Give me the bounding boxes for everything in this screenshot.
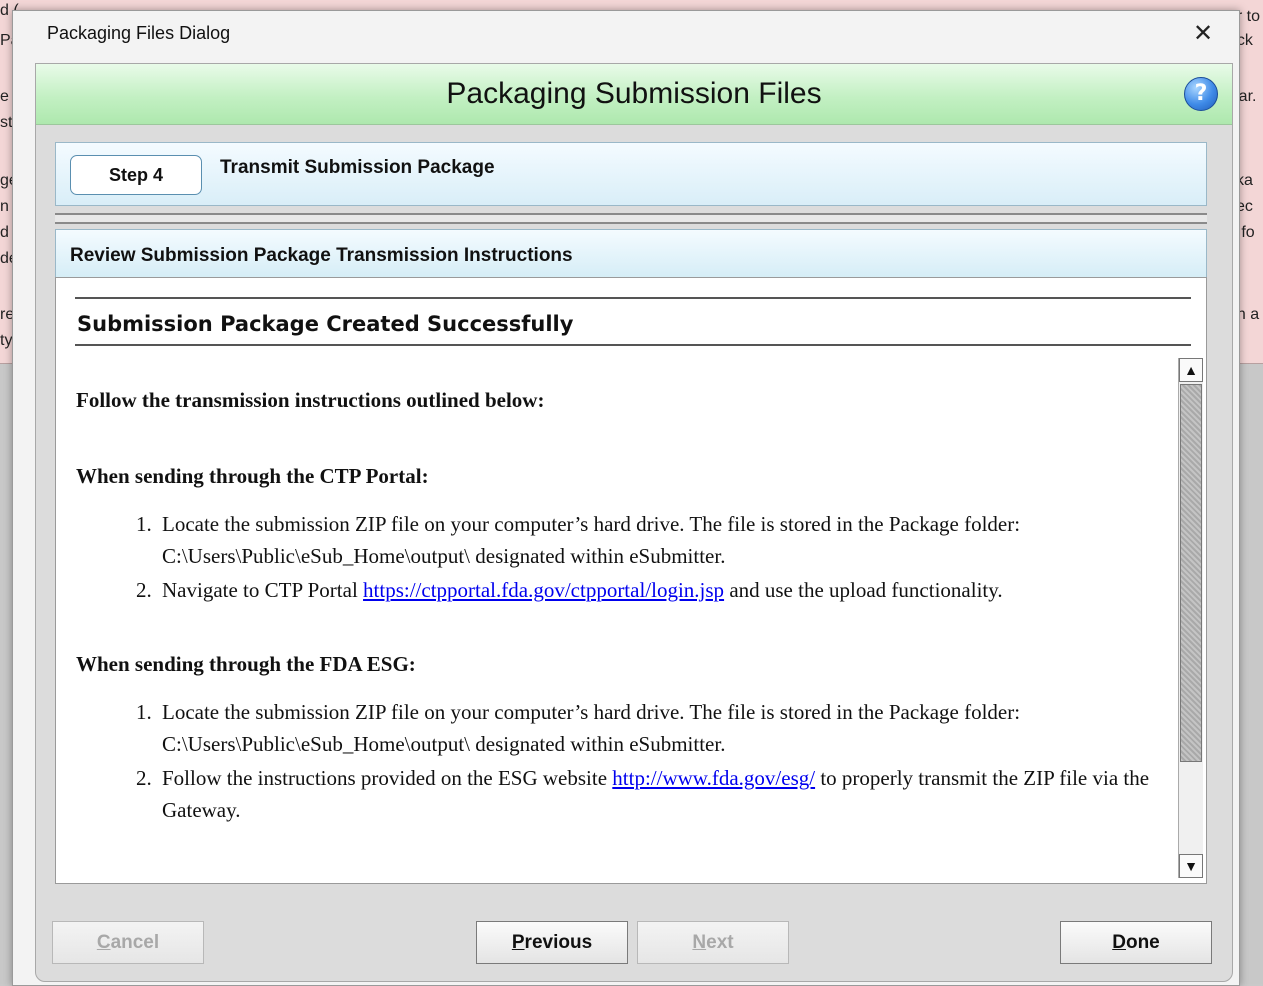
previous-button[interactable]: Previous — [476, 921, 628, 964]
mnemonic-letter: D — [1112, 932, 1126, 953]
step-banner: Step 4 Transmit Submission Package — [55, 142, 1207, 206]
review-section-header: Review Submission Package Transmission I… — [55, 229, 1207, 278]
step-badge: Step 4 — [70, 155, 202, 195]
list-text: Navigate to CTP Portal https://ctpportal… — [162, 574, 1162, 606]
step-label: Transmit Submission Package — [220, 157, 495, 178]
rule-bottom — [75, 344, 1191, 346]
scroll-down-icon[interactable]: ▼ — [1179, 854, 1203, 878]
ctp-portal-link[interactable]: https://ctpportal.fda.gov/ctpportal/logi… — [363, 578, 724, 602]
section-divider — [55, 213, 1207, 224]
list-item: 2. Navigate to CTP Portal https://ctppor… — [136, 574, 1176, 606]
header-banner: Packaging Submission Files ? — [36, 64, 1232, 125]
review-label: Review Submission Package Transmission I… — [70, 245, 573, 266]
instructions-scroll-area[interactable]: Follow the transmission instructions out… — [56, 354, 1206, 882]
list-number: 2. — [136, 766, 152, 790]
mnemonic-letter: N — [692, 932, 707, 953]
packaging-files-dialog: Packaging Files Dialog ✕ Packaging Submi… — [12, 10, 1240, 986]
mnemonic-letter: P — [511, 932, 525, 953]
button-label: ext — [706, 932, 734, 953]
list-number: 1. — [136, 700, 152, 724]
button-label: revious — [524, 932, 593, 953]
scroll-up-icon[interactable]: ▲ — [1179, 358, 1203, 382]
ctp-heading: When sending through the CTP Portal: — [76, 464, 429, 488]
list-text: Locate the submission ZIP file on your c… — [162, 512, 1021, 568]
text-segment: Navigate to CTP Portal — [162, 578, 364, 602]
cancel-button[interactable]: Cancel — [52, 921, 204, 964]
button-label: one — [1125, 932, 1160, 953]
esg-heading: When sending through the FDA ESG: — [76, 652, 416, 676]
next-button[interactable]: Next — [637, 921, 789, 964]
list-number: 1. — [136, 512, 152, 536]
list-item: 1. Locate the submission ZIP file on you… — [136, 696, 1176, 760]
dialog-title: Packaging Files Dialog — [47, 23, 231, 43]
list-number: 2. — [136, 578, 152, 602]
help-icon[interactable]: ? — [1184, 77, 1218, 111]
success-title: Submission Package Created Successfully — [77, 312, 574, 336]
done-button[interactable]: Done — [1060, 921, 1212, 964]
list-text: Follow the instructions provided on the … — [162, 762, 1162, 826]
dialog-titlebar[interactable]: Packaging Files Dialog ✕ — [13, 11, 1239, 57]
list-text: Locate the submission ZIP file on your c… — [162, 700, 1021, 756]
dialog-body: Packaging Submission Files ? Step 4 Tran… — [35, 63, 1233, 982]
esg-website-link[interactable]: http://www.fda.gov/esg/ — [612, 766, 815, 790]
scrollbar-thumb[interactable] — [1180, 384, 1202, 762]
rule-top — [75, 297, 1191, 299]
mnemonic-letter: C — [96, 932, 111, 953]
list-item: 1. Locate the submission ZIP file on you… — [136, 508, 1176, 572]
button-label: ancel — [110, 932, 160, 953]
page-title: Packaging Submission Files — [446, 77, 822, 110]
vertical-scrollbar[interactable]: ▲ ▼ — [1178, 358, 1203, 878]
close-icon[interactable]: ✕ — [1193, 19, 1213, 48]
text-segment: Follow the instructions provided on the … — [162, 766, 613, 790]
text-segment: and use the upload functionality. — [724, 578, 1003, 602]
instructions-intro: Follow the transmission instructions out… — [76, 388, 545, 412]
list-item: 2. Follow the instructions provided on t… — [136, 762, 1176, 826]
instructions-panel: Submission Package Created Successfully … — [55, 277, 1207, 884]
